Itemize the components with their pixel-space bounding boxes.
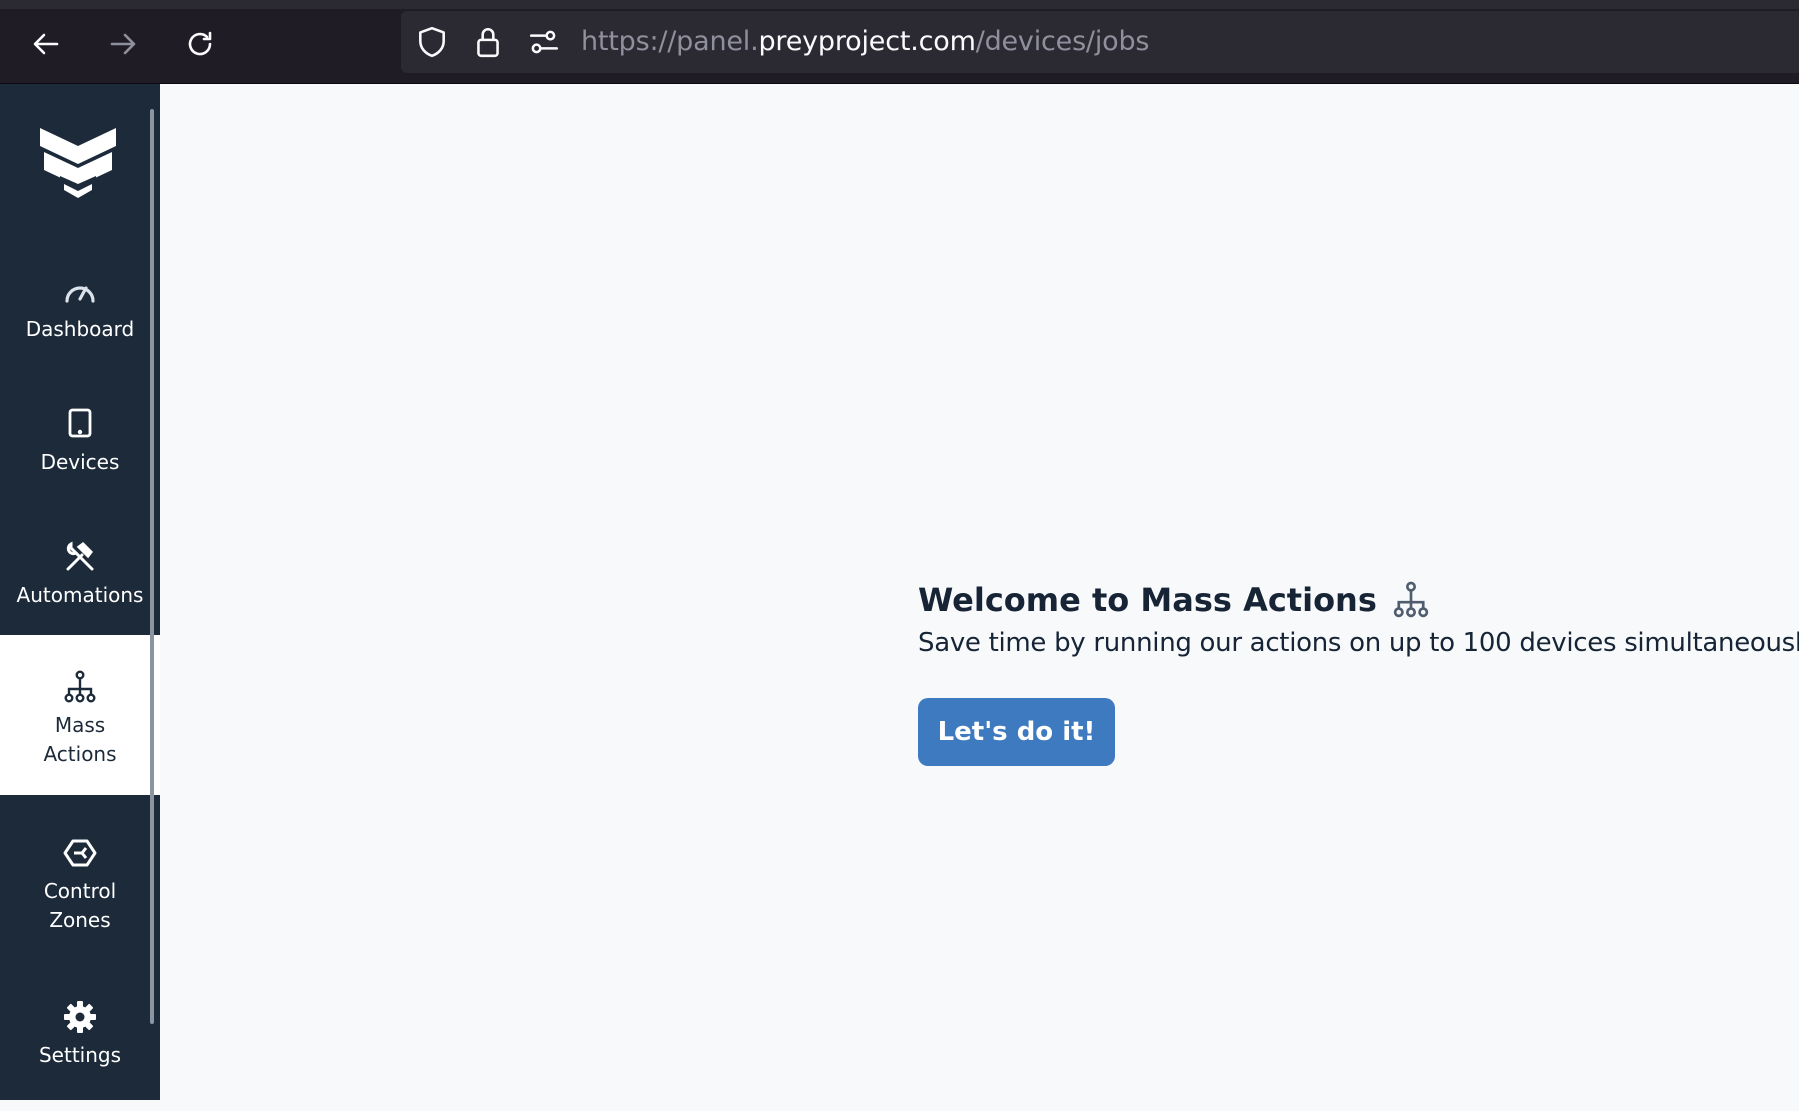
sidebar: Dashboard Devices Automations Mass Actio… (0, 84, 160, 1100)
tools-icon (66, 541, 94, 571)
sidebar-item-dashboard[interactable]: Dashboard (0, 267, 160, 385)
sidebar-item-label: Automations (16, 583, 144, 607)
sidebar-scrollbar[interactable] (150, 109, 154, 1024)
sidebar-item-settings[interactable]: Settings (0, 993, 160, 1111)
sidebar-item-devices[interactable]: Devices (0, 400, 160, 518)
hierarchy-icon (64, 670, 96, 703)
reload-button[interactable] (178, 22, 222, 66)
hierarchy-icon (1393, 581, 1429, 618)
browser-toolbar: https://panel.preyproject.com/devices/jo… (0, 0, 1799, 84)
shield-icon[interactable] (415, 25, 449, 59)
welcome-panel: Welcome to Mass Actions Save time by run… (918, 578, 1799, 766)
sidebar-item-label: Mass Actions (43, 713, 117, 766)
sidebar-item-label: Control Zones (43, 879, 117, 932)
forward-button[interactable] (101, 22, 145, 66)
welcome-title-text: Welcome to Mass Actions (918, 581, 1377, 619)
forward-arrow-icon (110, 33, 136, 55)
prey-logo[interactable] (38, 126, 118, 202)
sidebar-item-mass-actions[interactable]: Mass Actions (0, 635, 160, 795)
gauge-icon (65, 286, 95, 303)
sidebar-item-label: Settings (38, 1043, 122, 1067)
page-title: Welcome to Mass Actions (918, 578, 1799, 622)
sidebar-item-label: Dashboard (25, 317, 135, 341)
back-button[interactable] (24, 22, 68, 66)
permissions-icon[interactable] (527, 25, 561, 59)
sidebar-item-automations[interactable]: Automations (0, 533, 160, 651)
url-bar[interactable]: https://panel.preyproject.com/devices/jo… (401, 11, 1799, 73)
tablet-icon (68, 408, 92, 438)
sidebar-item-control-zones[interactable]: Control Zones (0, 829, 160, 979)
reload-icon (188, 31, 212, 56)
zone-icon (63, 839, 97, 867)
welcome-subtitle: Save time by running our actions on up t… (918, 628, 1799, 658)
lock-icon[interactable] (471, 25, 505, 59)
url-text[interactable]: https://panel.preyproject.com/devices/jo… (581, 25, 1149, 59)
gear-icon (64, 1001, 96, 1033)
lets-do-it-button[interactable]: Let's do it! (918, 698, 1115, 766)
sidebar-item-label: Devices (40, 450, 120, 474)
back-arrow-icon (33, 33, 59, 55)
